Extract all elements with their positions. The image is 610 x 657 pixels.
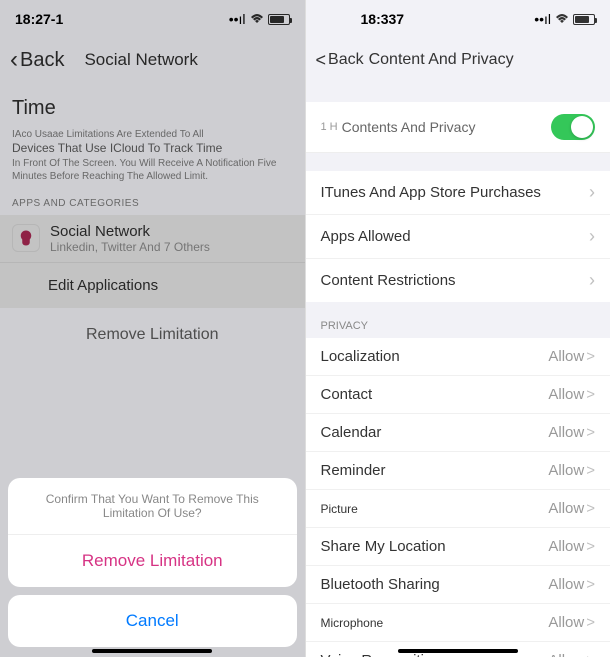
row-label: Contact — [321, 386, 373, 403]
row-label: Microphone — [321, 616, 384, 630]
nav-bar: < Back Content And Privacy — [306, 38, 610, 82]
time-header: Time — [0, 97, 305, 128]
back-button[interactable]: ‹ Back — [10, 46, 64, 74]
action-sheet-card: Confirm That You Want To Remove This Lim… — [8, 478, 297, 587]
action-sheet: Confirm That You Want To Remove This Lim… — [8, 478, 297, 647]
row-label: Localization — [321, 348, 400, 365]
privacy-row-picture[interactable]: Picture Allow > — [306, 490, 610, 528]
status-time: 18:337 — [361, 11, 405, 27]
right-phone-screen: 18:337 ••ıl < Back Content And Privacy 1… — [306, 0, 610, 657]
toggle-prefix: 1 H — [321, 121, 338, 133]
nav-title: Content And Privacy — [369, 51, 514, 69]
battery-icon — [268, 14, 290, 25]
action-sheet-message: Confirm That You Want To Remove This Lim… — [8, 478, 297, 535]
row-value: Allow > — [548, 424, 595, 441]
home-indicator[interactable] — [398, 649, 518, 653]
status-time: 18:27-1 — [15, 11, 63, 27]
back-label: Back — [20, 49, 64, 72]
nav-title: Social Network — [84, 50, 197, 70]
chevron-right-icon: > — [586, 500, 595, 517]
toggle-label: Contents And Privacy — [342, 119, 551, 135]
chevron-right-icon: > — [586, 386, 595, 403]
row-label: Reminder — [321, 462, 386, 479]
row-value: Allow > — [548, 500, 595, 517]
row-label: Apps Allowed — [321, 228, 411, 245]
chevron-right-icon: > — [586, 424, 595, 441]
itunes-purchases-row[interactable]: ITunes And App Store Purchases › — [306, 171, 610, 215]
row-label: Share My Location — [321, 538, 446, 555]
settings-list: ITunes And App Store Purchases › Apps Al… — [306, 171, 610, 302]
home-indicator[interactable] — [92, 649, 212, 653]
row-value: Allow > — [548, 386, 595, 403]
chevron-right-icon: › — [589, 226, 595, 247]
privacy-row-reminder[interactable]: Reminder Allow > — [306, 452, 610, 490]
toggle-switch[interactable] — [551, 114, 595, 140]
chevron-right-icon: › — [589, 270, 595, 291]
privacy-row-contact[interactable]: Contact Allow > — [306, 376, 610, 414]
status-bar: 18:337 ••ıl — [306, 0, 610, 38]
app-category-row[interactable]: Social Network Linkedin, Twitter And 7 O… — [0, 215, 305, 262]
apps-allowed-row[interactable]: Apps Allowed › — [306, 215, 610, 259]
remove-limitation-button[interactable]: Remove Limitation — [8, 535, 297, 587]
row-value: Allow > — [548, 614, 595, 631]
row-label: Calendar — [321, 424, 382, 441]
row-label: ITunes And App Store Purchases — [321, 184, 541, 201]
back-button[interactable]: < Back — [316, 50, 364, 71]
row-label: Picture — [321, 502, 358, 516]
chevron-right-icon: > — [586, 576, 595, 593]
row-value: Allow > — [548, 462, 595, 479]
status-bar: 18:27-1 ••ıl — [0, 0, 305, 38]
row-value: Allow > — [548, 652, 595, 657]
chevron-right-icon: > — [586, 538, 595, 555]
chevron-left-icon: < — [316, 50, 327, 71]
section-label-apps: APPS AND CATEGORIES — [0, 198, 305, 215]
nav-bar: ‹ Back Social Network — [0, 38, 305, 82]
app-name: Social Network — [50, 223, 210, 240]
edit-applications-button[interactable]: Edit Applications — [0, 262, 305, 308]
app-info: Social Network Linkedin, Twitter And 7 O… — [50, 223, 210, 254]
privacy-row-bluetooth-sharing[interactable]: Bluetooth Sharing Allow > — [306, 566, 610, 604]
app-subtitle: Linkedin, Twitter And 7 Others — [50, 240, 210, 254]
cancel-button[interactable]: Cancel — [8, 595, 297, 647]
privacy-row-localization[interactable]: Localization Allow > — [306, 338, 610, 376]
time-description: IAco Usaae Limitations Are Extended To A… — [0, 128, 305, 198]
chevron-left-icon: ‹ — [10, 46, 18, 74]
remove-limitation-link[interactable]: Remove Limitation — [0, 308, 305, 362]
row-label: Bluetooth Sharing — [321, 576, 440, 593]
signal-icon: ••ıl — [534, 11, 551, 27]
chevron-right-icon: › — [589, 182, 595, 203]
toggle-knob — [571, 116, 593, 138]
content-area: 1 H Contents And Privacy ITunes And App … — [306, 82, 610, 657]
wifi-icon — [250, 11, 264, 27]
status-indicators: ••ıl — [229, 11, 290, 27]
chevron-right-icon: > — [586, 652, 595, 657]
row-value: Allow > — [548, 348, 595, 365]
row-value: Allow > — [548, 576, 595, 593]
status-indicators: ••ıl — [534, 11, 595, 27]
privacy-row-share-my-location[interactable]: Share My Location Allow > — [306, 528, 610, 566]
wifi-icon — [555, 11, 569, 27]
row-label: Content Restrictions — [321, 272, 456, 289]
privacy-list: LocalizationAllow >ContactAllow >Calenda… — [306, 338, 610, 657]
chevron-right-icon: > — [586, 614, 595, 631]
left-phone-screen: 18:27-1 ••ıl ‹ Back Social Network Time … — [0, 0, 306, 657]
back-label: Back — [328, 51, 364, 69]
contents-privacy-toggle-row: 1 H Contents And Privacy — [306, 102, 610, 153]
row-value: Allow > — [548, 538, 595, 555]
privacy-section-label: PRIVACY — [306, 302, 610, 338]
content-restrictions-row[interactable]: Content Restrictions › — [306, 259, 610, 302]
battery-icon — [573, 14, 595, 25]
social-network-icon — [12, 224, 40, 252]
chevron-right-icon: > — [586, 348, 595, 365]
privacy-row-microphone[interactable]: Microphone Allow > — [306, 604, 610, 642]
signal-icon: ••ıl — [229, 11, 246, 27]
privacy-row-calendar[interactable]: Calendar Allow > — [306, 414, 610, 452]
chevron-right-icon: > — [586, 462, 595, 479]
